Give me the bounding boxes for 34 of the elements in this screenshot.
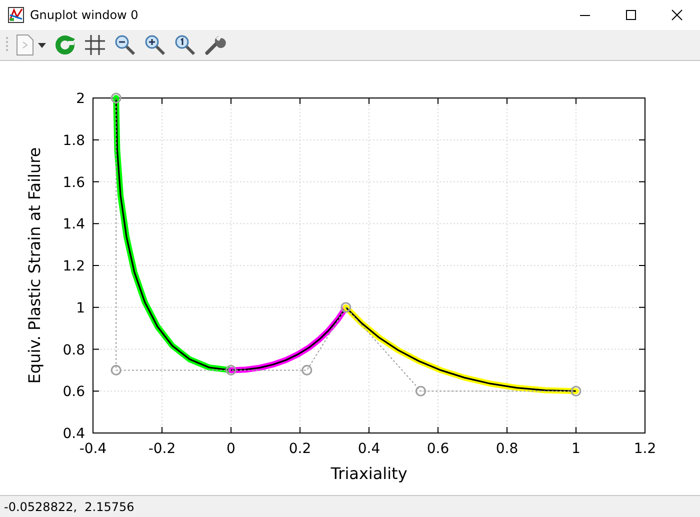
point	[415, 386, 426, 396]
x-tick-label: 0.4	[358, 441, 380, 457]
document-icon	[14, 34, 34, 56]
cursor-coordinates: -0.0528822, 2.15756	[4, 500, 134, 514]
point	[570, 386, 582, 396]
y-tick-label: 2	[76, 91, 85, 107]
x-tick-label: 0.8	[496, 441, 518, 457]
point	[110, 364, 122, 376]
close-icon	[671, 9, 683, 21]
y-tick-label: 1.4	[62, 216, 85, 233]
app-icon	[8, 7, 24, 23]
y-tick-label: 0.8	[62, 342, 85, 358]
y-tick-label: 1	[76, 300, 85, 316]
x-tick-label: 1	[572, 441, 580, 457]
point	[340, 302, 352, 313]
point	[302, 364, 312, 376]
x-tick-label: 0.6	[426, 441, 450, 457]
point	[226, 364, 236, 376]
x-tick-label: 1.2	[634, 441, 656, 457]
window-title: Gnuplot window 0	[30, 8, 138, 22]
x-tick-label: -0.2	[148, 441, 176, 457]
x-tick-label: -0.4	[79, 441, 107, 457]
y-tick-label: 0.6	[62, 384, 85, 400]
maximize-icon	[625, 9, 637, 21]
caret-icon	[38, 42, 46, 48]
y-tick-label: 1.6	[62, 174, 85, 191]
point	[110, 92, 122, 104]
x-tick-label: 0.2	[288, 441, 312, 457]
x-tick-label: 0	[226, 441, 236, 457]
y-tick-label: 1.2	[62, 258, 85, 274]
y-tick-label: 0.4	[62, 426, 85, 442]
y-axis-title: Equiv. Plastic Strain at Failure	[25, 147, 44, 384]
y-tick-label: 1.8	[62, 132, 85, 149]
x-axis-title: Triaxiality	[330, 464, 408, 483]
